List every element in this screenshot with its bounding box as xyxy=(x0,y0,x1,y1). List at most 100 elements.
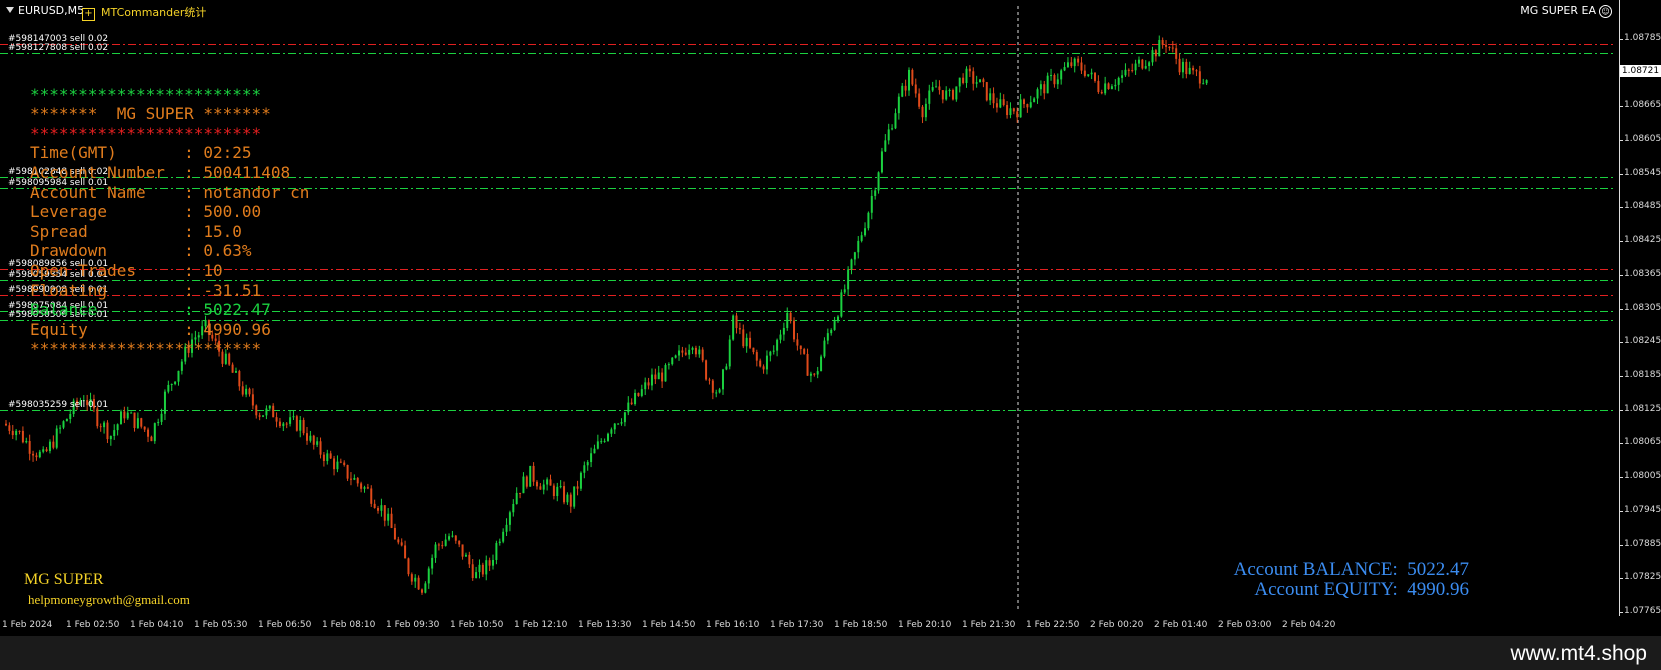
time-tick: 1 Feb 02:50 xyxy=(66,620,120,630)
candle-body xyxy=(671,357,674,365)
candle-body xyxy=(373,503,376,508)
candle-body xyxy=(569,494,572,507)
candle-body xyxy=(918,93,921,107)
candle-body xyxy=(908,69,910,91)
candle-body xyxy=(258,415,261,417)
candle-body xyxy=(390,513,393,528)
smiley-icon[interactable]: ☺ xyxy=(1599,5,1612,18)
candle-body xyxy=(1002,99,1005,106)
candle-body xyxy=(529,465,532,487)
candle-body xyxy=(860,235,863,241)
candle-body xyxy=(958,77,961,87)
price-tick: 1.08185 xyxy=(1619,370,1661,380)
time-tick: 2 Feb 04:20 xyxy=(1282,620,1336,630)
candle-body xyxy=(705,360,708,380)
candle-body xyxy=(1110,86,1113,90)
dropdown-triangle-icon[interactable] xyxy=(6,7,14,13)
panel-row-key: Open Trades xyxy=(30,260,185,280)
candle-body xyxy=(113,430,116,436)
time-tick: 2 Feb 00:20 xyxy=(1090,620,1144,630)
candle-body xyxy=(732,315,735,340)
time-tick: 1 Feb 14:50 xyxy=(642,620,696,630)
panel-row: Floating : -31.51 xyxy=(30,281,309,301)
symbol-selector[interactable]: EURUSD,M5 xyxy=(6,4,84,17)
candle-body xyxy=(1063,67,1066,71)
order-label[interactable]: #598035259 sell 0.01 xyxy=(8,400,108,410)
panel-row-key: Spread xyxy=(30,221,185,241)
order-label[interactable]: #598127808 sell 0.02 xyxy=(8,43,108,53)
price-tick: 1.08365 xyxy=(1619,269,1661,279)
candle-body xyxy=(1039,84,1042,90)
candle-body xyxy=(62,421,65,428)
candle-body xyxy=(874,190,877,196)
panel-stars-top: ************************ xyxy=(30,84,262,104)
candle-body xyxy=(515,492,518,505)
candle-body xyxy=(1083,70,1086,76)
candle-body xyxy=(245,388,248,395)
candle-body xyxy=(153,423,156,442)
plus-icon[interactable]: + xyxy=(82,8,95,21)
candle-body xyxy=(738,328,741,330)
candle-body xyxy=(995,103,998,108)
candle-body xyxy=(140,418,143,427)
candle-body xyxy=(136,418,139,429)
panel-row: Leverage : 500.00 xyxy=(30,202,309,222)
candle-body xyxy=(35,455,38,458)
candle-body xyxy=(349,478,352,480)
candle-body xyxy=(992,93,995,104)
panel-row-key: Time(GMT) xyxy=(30,143,185,163)
panel-row: Time(GMT) : 02:25 xyxy=(30,143,309,163)
candle-body xyxy=(921,106,924,118)
plugin-indicator[interactable]: + MTCommander统计 xyxy=(82,4,206,21)
candle-body xyxy=(836,316,839,322)
panel-row: Spread : 15.0 xyxy=(30,222,309,242)
candle-body xyxy=(1036,89,1039,99)
candle-body xyxy=(816,371,819,375)
candle-body xyxy=(749,337,752,348)
price-tick: 1.08425 xyxy=(1619,235,1661,245)
candle-body xyxy=(678,350,681,356)
candle-body xyxy=(360,483,363,489)
candle-body xyxy=(982,79,985,83)
candle-body xyxy=(664,365,667,382)
candle-body xyxy=(133,412,136,429)
candle-body xyxy=(1202,83,1205,85)
candle-body xyxy=(109,435,112,440)
candle-body xyxy=(167,384,170,392)
candle-body xyxy=(857,240,860,253)
candle-body xyxy=(1053,75,1056,85)
time-tick: 1 Feb 16:10 xyxy=(706,620,760,630)
panel-row-value: 500411408 xyxy=(203,162,291,182)
panel-row-key: Account Number xyxy=(30,162,185,182)
time-tick: 1 Feb 08:10 xyxy=(322,620,376,630)
candle-body xyxy=(502,531,505,542)
candle-body xyxy=(505,524,508,532)
candle-body xyxy=(999,99,1002,108)
price-tick: 1.08485 xyxy=(1619,201,1661,211)
time-tick: 1 Feb 22:50 xyxy=(1026,620,1080,630)
candle-body xyxy=(786,313,789,328)
candle-body xyxy=(319,441,322,455)
account-summary: Account BALANCE: 5022.47 Account EQUITY:… xyxy=(1234,560,1469,600)
candle-body xyxy=(826,333,829,341)
candle-body xyxy=(894,113,897,129)
candle-body xyxy=(265,408,268,416)
time-tick: 1 Feb 17:30 xyxy=(770,620,824,630)
candle-body xyxy=(377,507,380,511)
candle-body xyxy=(434,544,437,558)
candle-body xyxy=(366,487,369,489)
candle-body xyxy=(968,68,971,72)
price-tick: 1.08245 xyxy=(1619,336,1661,346)
candle-body xyxy=(759,360,762,367)
candle-body xyxy=(809,373,812,376)
candle-body xyxy=(600,441,603,443)
time-axis[interactable]: 1 Feb 2024 1 Feb 02:50 1 Feb 04:10 1 Feb 05… xyxy=(0,616,1620,636)
candle-body xyxy=(275,417,278,422)
expert-advisor-status[interactable]: MG SUPER EA ☺ xyxy=(1520,4,1612,18)
time-tick: 2 Feb 03:00 xyxy=(1218,620,1272,630)
price-axis[interactable]: 1.08785 1.08721 1.08665 1.08605 1.08545 1.084… xyxy=(1619,0,1661,616)
candle-body xyxy=(525,476,528,487)
candle-body xyxy=(867,212,870,229)
candle-body xyxy=(21,430,24,443)
candle-body xyxy=(935,86,938,88)
